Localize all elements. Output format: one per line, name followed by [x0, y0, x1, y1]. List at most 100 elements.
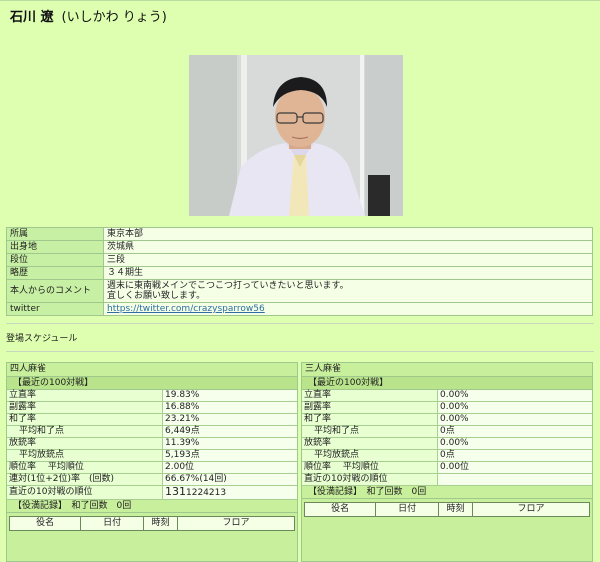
- stat-row: 平均放銃点 0点: [302, 449, 592, 462]
- comment-line: 週末に東南戦メインでこつこつ打っていきたいと思います。: [107, 281, 349, 291]
- stat-value: 0.00位: [437, 461, 592, 474]
- column-header: 役名: [303, 502, 377, 517]
- stat-row: 副露率 16.88%: [7, 401, 297, 414]
- stat-value: 0.00%: [437, 413, 592, 426]
- column-header: 役名: [8, 516, 82, 531]
- stat-key: 和了率: [7, 413, 163, 426]
- stat-key: 副露率: [7, 401, 163, 414]
- stat-value: 2.00位: [162, 461, 297, 474]
- top-border: [0, 0, 600, 1]
- divider: [6, 351, 594, 352]
- yakuman-table-wrap: 役名 日付 時刻 フロア: [7, 513, 297, 531]
- profile-value: 東京本部: [103, 227, 593, 241]
- profile-row-twitter: twitter https://twitter.com/crazysparrow…: [6, 302, 593, 316]
- profile-key: 出身地: [6, 240, 104, 254]
- stat-row: 立直率 19.83%: [7, 390, 297, 402]
- profile-value: 三段: [103, 253, 593, 267]
- yakuman-records-label: 【役満記録】 和了回数 0回: [302, 486, 592, 499]
- stat-key: 立直率: [302, 390, 438, 402]
- profile-key: twitter: [6, 302, 104, 316]
- column-header: 日付: [80, 516, 144, 531]
- stat-value: 0.00%: [437, 390, 592, 402]
- stat-value: 23.21%: [162, 413, 297, 426]
- stat-row: 放銃率 0.00%: [302, 437, 592, 450]
- yakuman-table-wrap: 役名 日付 時刻 フロア: [302, 499, 592, 517]
- player-photo-image: [189, 55, 403, 216]
- schedule-label: 登場スケジュール: [6, 334, 78, 344]
- stat-row: 和了率 0.00%: [302, 413, 592, 426]
- profile-comment: 週末に東南戦メインでこつこつ打っていきたいと思います。 宜しくお願い致します。: [103, 279, 593, 303]
- stat-value: 66.67%(14回): [162, 473, 297, 486]
- profile-row-rank: 段位 三段: [6, 253, 593, 267]
- stat-key: 平均放銃点: [302, 449, 438, 462]
- divider: [6, 323, 594, 324]
- stat-row: 順位率 平均順位 2.00位: [7, 461, 297, 474]
- recent-placements-big: 131: [165, 485, 186, 498]
- player-name: 石川 遼: [10, 10, 54, 25]
- profile-value: 茨城県: [103, 240, 593, 254]
- profile-key: 段位: [6, 253, 104, 267]
- column-header: フロア: [177, 516, 295, 531]
- stat-value: [437, 473, 592, 486]
- twitter-link[interactable]: https://twitter.com/crazysparrow56: [107, 304, 265, 314]
- comment-line: 宜しくお願い致します。: [107, 291, 206, 301]
- stats-table: 立直率 19.83% 副露率 16.88% 和了率 23.21% 平均和了点 6,449…: [7, 390, 297, 500]
- stat-value: 0点: [437, 449, 592, 462]
- stat-key: 立直率: [7, 390, 163, 402]
- profile-row-affiliation: 所属 東京本部: [6, 227, 593, 241]
- yakuman-records-label: 【役満記録】 和了回数 0回: [7, 500, 297, 513]
- stat-value: 5,193点: [162, 449, 297, 462]
- stat-key: 副露率: [302, 401, 438, 414]
- stat-value: 0.00%: [437, 401, 592, 414]
- sanma-stats-panel: 三人麻雀 【最近の100対戦】 立直率 0.00% 副露率 0.00% 和了率 0.0…: [301, 362, 593, 562]
- panel-title: 三人麻雀: [302, 363, 592, 377]
- profile-row-history: 略歴 ３４期生: [6, 266, 593, 280]
- stat-value: 16.88%: [162, 401, 297, 414]
- profile-key: 本人からのコメント: [6, 279, 104, 303]
- stat-value: 11.39%: [162, 437, 297, 450]
- column-header: 日付: [375, 502, 439, 517]
- stat-value: 6,449点: [162, 425, 297, 438]
- profile-value: https://twitter.com/crazysparrow56: [103, 302, 593, 316]
- stat-row: 平均和了点 6,449点: [7, 425, 297, 438]
- yonma-stats-panel: 四人麻雀 【最近の100対戦】 立直率 19.83% 副露率 16.88% 和了率 2…: [6, 362, 298, 562]
- stat-key: 連対(1位+2位)率 (回数): [7, 473, 163, 486]
- stat-row: 放銃率 11.39%: [7, 437, 297, 450]
- stat-key: 平均放銃点: [7, 449, 163, 462]
- stat-key: 放銃率: [302, 437, 438, 450]
- stat-key: 平均和了点: [302, 425, 438, 438]
- column-header: 時刻: [142, 516, 179, 531]
- profile-key: 所属: [6, 227, 104, 241]
- stat-key: 直近の10対戦の順位: [302, 473, 438, 486]
- column-header: フロア: [472, 502, 590, 517]
- stat-key: 和了率: [302, 413, 438, 426]
- yakuman-header-row: 役名 日付 時刻 フロア: [303, 502, 590, 517]
- stat-value: 0点: [437, 425, 592, 438]
- stat-value: 19.83%: [162, 390, 297, 402]
- yakuman-table: 役名 日付 時刻 フロア: [8, 516, 295, 531]
- player-photo: [189, 55, 403, 216]
- stat-row: 連対(1位+2位)率 (回数) 66.67%(14回): [7, 473, 297, 486]
- stat-key: 平均和了点: [7, 425, 163, 438]
- stat-row: 直近の10対戦の順位 1311224213: [7, 485, 297, 500]
- stat-row: 直近の10対戦の順位: [302, 473, 592, 486]
- stat-row: 副露率 0.00%: [302, 401, 592, 414]
- profile-value: ３４期生: [103, 266, 593, 280]
- column-header: 時刻: [437, 502, 474, 517]
- panel-title: 四人麻雀: [7, 363, 297, 377]
- profile-row-birthplace: 出身地 茨城県: [6, 240, 593, 254]
- stat-row: 和了率 23.21%: [7, 413, 297, 426]
- yakuman-header-row: 役名 日付 時刻 フロア: [8, 516, 295, 531]
- profile-table: 所属 東京本部 出身地 茨城県 段位 三段 略歴 ３４期生 本人からのコメント …: [6, 227, 593, 316]
- stats-table: 立直率 0.00% 副露率 0.00% 和了率 0.00% 平均和了点 0点 放銃率 0.…: [302, 390, 592, 486]
- stat-row: 順位率 平均順位 0.00位: [302, 461, 592, 474]
- stat-key: 順位率 平均順位: [302, 461, 438, 474]
- stat-key: 放銃率: [7, 437, 163, 450]
- stat-row: 平均放銃点 5,193点: [7, 449, 297, 462]
- recent-section-label: 【最近の100対戦】: [7, 377, 297, 390]
- yakuman-table: 役名 日付 時刻 フロア: [303, 502, 590, 517]
- recent-section-label: 【最近の100対戦】: [302, 377, 592, 390]
- profile-row-comment: 本人からのコメント 週末に東南戦メインでこつこつ打っていきたいと思います。 宜し…: [6, 279, 593, 303]
- stat-key: 直近の10対戦の順位: [7, 485, 163, 500]
- stat-value: 0.00%: [437, 437, 592, 450]
